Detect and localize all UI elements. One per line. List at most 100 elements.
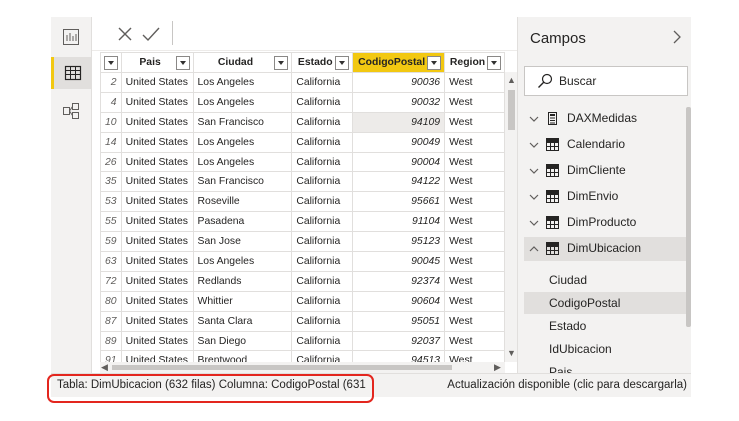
table-cell[interactable]: United States [120, 191, 194, 213]
table-cell[interactable]: 90045 [352, 251, 446, 272]
vertical-scroll-thumb[interactable] [508, 90, 515, 130]
table-cell[interactable]: California [291, 191, 354, 213]
chevron-down-icon[interactable] [335, 56, 350, 70]
table-cell[interactable]: California [291, 330, 354, 352]
row-header-filter[interactable] [100, 52, 122, 73]
field-estado[interactable]: Estado [524, 315, 688, 337]
table-cell[interactable]: 94109 [352, 111, 446, 133]
fields-search-input[interactable]: Buscar [524, 66, 688, 96]
model-view-button[interactable] [55, 95, 87, 127]
table-cell[interactable]: Santa Clara [192, 310, 293, 332]
field-table-dimcliente[interactable]: DimCliente [524, 159, 688, 183]
commit-edit-button[interactable] [140, 23, 162, 45]
table-cell[interactable]: California [291, 251, 354, 272]
field-table-dimproducto[interactable]: DimProducto [524, 211, 688, 235]
table-cell[interactable]: West [444, 91, 505, 113]
chevron-down-icon[interactable] [103, 56, 118, 70]
table-cell[interactable]: United States [120, 251, 194, 272]
chevron-down-icon[interactable] [427, 56, 442, 70]
table-row[interactable]: 80 United States Whittier California 90604 We… [100, 290, 505, 312]
field-table-dimenvio[interactable]: DimEnvio [524, 185, 688, 209]
chevron-down-icon[interactable] [175, 56, 190, 70]
chevron-down-icon[interactable] [528, 217, 540, 229]
table-cell[interactable]: United States [120, 171, 194, 193]
table-cell[interactable]: West [444, 211, 505, 233]
horizontal-scroll-thumb[interactable] [112, 365, 452, 370]
table-cell[interactable]: San Jose [192, 231, 293, 253]
field-codigopostal[interactable]: CodigoPostal [524, 292, 688, 314]
field-table-daxmedidas[interactable]: DAXMedidas [524, 107, 688, 131]
collapse-pane-button[interactable] [668, 27, 686, 47]
table-cell[interactable]: San Diego [192, 330, 293, 352]
table-cell[interactable]: United States [120, 290, 194, 312]
table-cell[interactable]: California [291, 72, 354, 93]
table-cell[interactable]: West [444, 330, 505, 352]
table-cell[interactable]: 90049 [352, 131, 446, 153]
table-cell[interactable]: Roseville [192, 191, 293, 213]
table-cell[interactable]: Los Angeles [192, 151, 293, 173]
table-cell[interactable]: United States [120, 330, 194, 352]
table-cell[interactable]: San Francisco [192, 111, 293, 133]
table-row[interactable]: 63 United States Los Angeles California 9004… [100, 251, 505, 272]
table-cell[interactable]: Los Angeles [192, 251, 293, 272]
table-cell[interactable]: West [444, 270, 505, 292]
table-cell[interactable]: 92374 [352, 270, 446, 292]
table-cell[interactable]: San Francisco [192, 171, 293, 193]
field-ciudad[interactable]: Ciudad [524, 269, 688, 291]
column-header-codigopostal[interactable]: CodigoPostal [352, 52, 446, 73]
chevron-down-icon[interactable] [528, 113, 540, 125]
table-cell[interactable]: West [444, 251, 505, 272]
table-cell[interactable]: West [444, 72, 505, 93]
column-header-pais[interactable]: Pais [120, 52, 194, 73]
table-cell[interactable]: 90032 [352, 91, 446, 113]
table-cell[interactable]: Los Angeles [192, 72, 293, 93]
data-view-button[interactable] [51, 57, 91, 89]
data-grid[interactable]: Pais Ciudad Estado CodigoPostal Region 2… [100, 52, 505, 367]
chevron-down-icon[interactable] [528, 191, 540, 203]
table-row[interactable]: 14 United States Los Angeles California 9004… [100, 131, 505, 153]
table-cell[interactable]: 90604 [352, 290, 446, 312]
update-available-link[interactable]: Actualización disponible (clic para desc… [447, 379, 687, 391]
chevron-up-icon[interactable] [528, 243, 540, 255]
table-cell[interactable]: West [444, 111, 505, 133]
table-row[interactable]: 2 United States Los Angeles California 90036… [100, 72, 505, 93]
table-cell[interactable]: California [291, 211, 354, 233]
table-cell[interactable]: California [291, 111, 354, 133]
cancel-edit-button[interactable] [114, 23, 136, 45]
scroll-down-icon[interactable]: ▼ [507, 348, 516, 358]
field-idubicacion[interactable]: IdUbicacion [524, 338, 688, 360]
table-row[interactable]: 87 United States Santa Clara California 9505… [100, 310, 505, 332]
scroll-left-icon[interactable]: ◀ [101, 362, 108, 372]
table-cell[interactable]: United States [120, 270, 194, 292]
table-cell[interactable]: Pasadena [192, 211, 293, 233]
table-cell[interactable]: United States [120, 131, 194, 153]
table-cell[interactable]: United States [120, 151, 194, 173]
table-cell[interactable]: California [291, 131, 354, 153]
column-header-estado[interactable]: Estado [291, 52, 354, 73]
table-cell[interactable]: West [444, 191, 505, 213]
scroll-right-icon[interactable]: ▶ [494, 362, 501, 372]
table-cell[interactable]: Los Angeles [192, 131, 293, 153]
report-view-button[interactable] [55, 21, 87, 53]
table-cell[interactable]: California [291, 171, 354, 193]
table-row[interactable]: 72 United States Redlands California 92374 We… [100, 270, 505, 292]
table-cell[interactable]: 95123 [352, 231, 446, 253]
table-cell[interactable]: California [291, 151, 354, 173]
table-cell[interactable]: 92037 [352, 330, 446, 352]
table-cell[interactable]: West [444, 171, 505, 193]
chevron-down-icon[interactable] [487, 56, 501, 70]
scroll-up-icon[interactable]: ▲ [507, 75, 516, 85]
table-cell[interactable]: 94122 [352, 171, 446, 193]
table-cell[interactable]: West [444, 151, 505, 173]
table-cell[interactable]: West [444, 131, 505, 153]
fields-scrollbar-thumb[interactable] [686, 107, 691, 327]
table-cell[interactable]: United States [120, 231, 194, 253]
table-cell[interactable]: 91104 [352, 211, 446, 233]
table-cell[interactable]: Los Angeles [192, 91, 293, 113]
table-cell[interactable]: West [444, 310, 505, 332]
table-cell[interactable]: California [291, 310, 354, 332]
table-row[interactable]: 10 United States San Francisco California 94… [100, 111, 505, 133]
table-cell[interactable]: California [291, 231, 354, 253]
table-cell[interactable]: United States [120, 310, 194, 332]
table-row[interactable]: 4 United States Los Angeles California 90032… [100, 91, 505, 113]
